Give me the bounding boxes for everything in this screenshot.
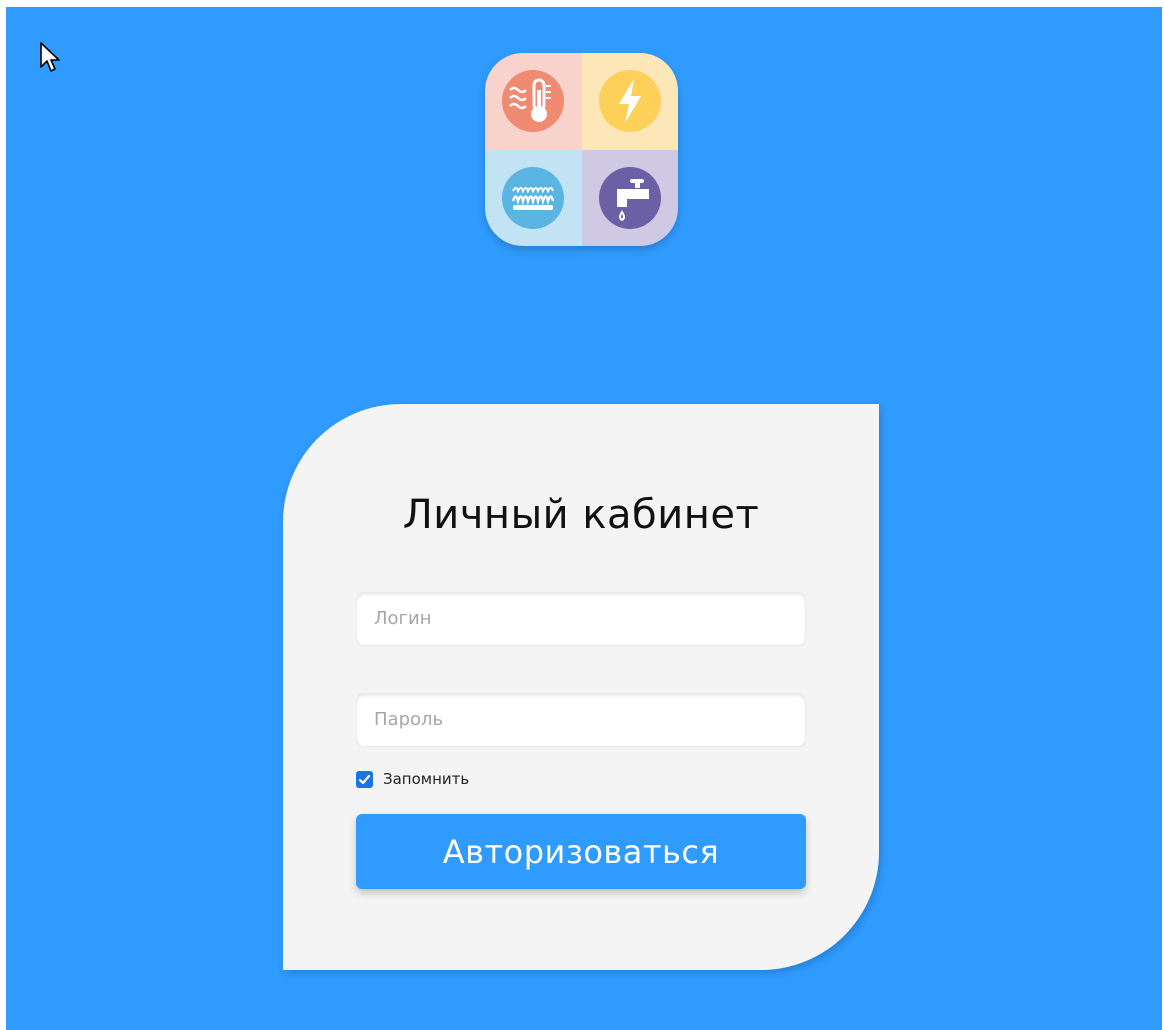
login-card: Личный кабинет Запомнить Авторизоваться bbox=[283, 404, 879, 970]
remember-checkbox-row[interactable]: Запомнить bbox=[356, 770, 469, 788]
gas-tile bbox=[485, 149, 582, 246]
page-background: Личный кабинет Запомнить Авторизоваться bbox=[6, 7, 1162, 1030]
remember-checkbox[interactable] bbox=[356, 770, 373, 788]
lightning-icon bbox=[598, 70, 661, 133]
page-title: Личный кабинет bbox=[402, 492, 760, 538]
remember-label: Запомнить bbox=[383, 770, 470, 788]
password-input[interactable] bbox=[356, 693, 806, 746]
mouse-cursor-icon bbox=[40, 42, 60, 72]
thermometer-icon bbox=[502, 70, 565, 133]
login-button[interactable]: Авторизоваться bbox=[356, 814, 806, 889]
login-input[interactable] bbox=[356, 592, 806, 645]
heating-tile bbox=[485, 53, 582, 150]
electricity-tile bbox=[581, 53, 678, 150]
water-tile bbox=[581, 149, 678, 246]
app-logo bbox=[485, 53, 678, 246]
water-tap-icon bbox=[598, 166, 661, 229]
checkmark-icon bbox=[358, 774, 371, 784]
gas-flame-icon bbox=[502, 166, 565, 229]
